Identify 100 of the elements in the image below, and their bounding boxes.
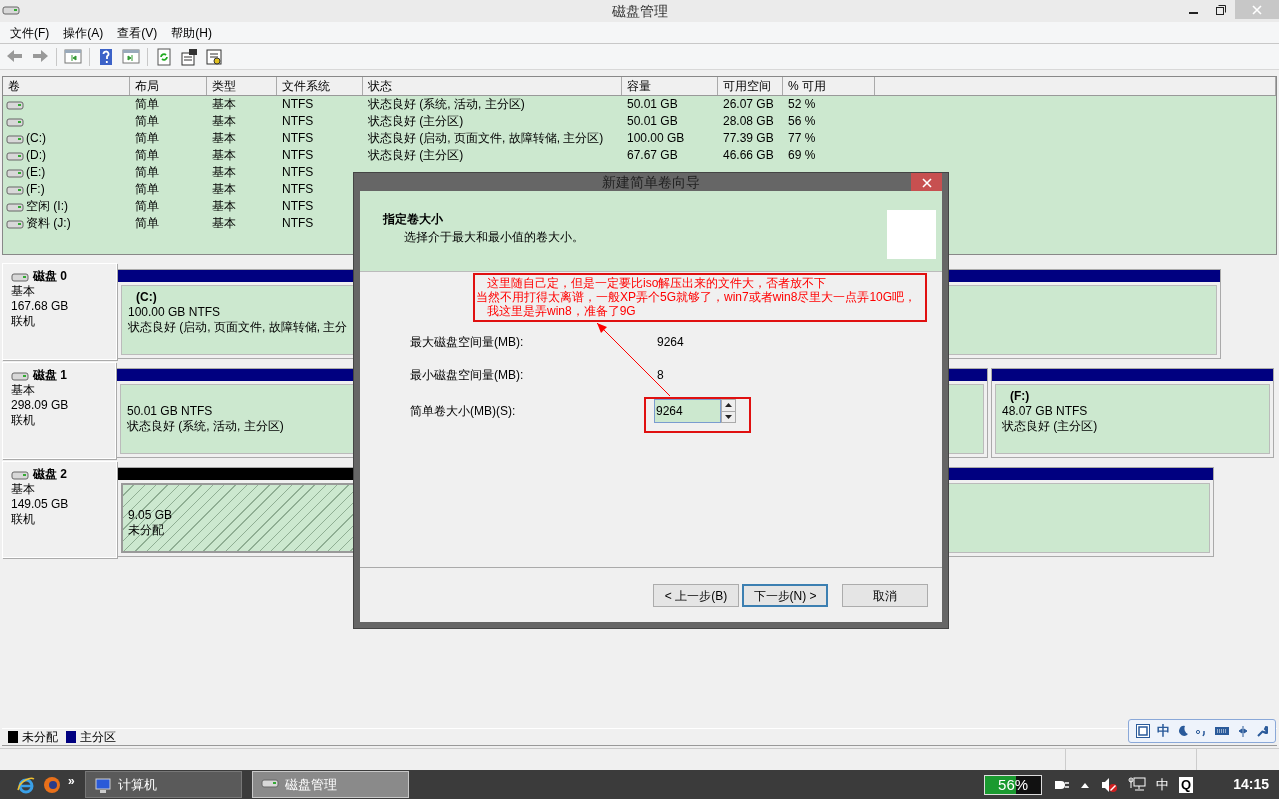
dialog-heading: 指定卷大小 [383,211,444,228]
globe-icon [43,775,61,794]
legend-label: 未分配 [22,729,58,746]
header-image [887,210,936,259]
column-header[interactable]: 文件系统 [277,77,363,95]
table-cell-text: 简单 [134,198,160,215]
column-header[interactable]: % 可用 [783,77,875,95]
disk-size: 167.68 GB [11,299,70,314]
dialog-button[interactable]: < 上一步(B) [653,584,739,607]
drive-icon [6,98,24,111]
table-cell-text: NTFS [281,113,315,130]
table-cell-text: 状态良好 (主分区) [367,113,465,130]
refresh-icon [155,47,173,66]
table-cell: 资料 (J:) [26,215,71,232]
partition-size: 100.00 GB NTFS [128,305,221,320]
column-header[interactable]: 卷 [3,77,130,95]
table-cell: (C:) [26,130,46,147]
field-label: 最小磁盘空间量(MB): [410,367,525,384]
menu-item[interactable]: 帮助(H) [165,23,218,42]
close-icon [921,177,932,188]
ime-logo-icon[interactable] [1136,724,1151,738]
minimize-icon [1188,12,1198,14]
table-cell-text: 简单 [134,164,160,181]
table-cell-text: 简单 [134,147,160,164]
partition-size: 50.01 GB NTFS [127,404,213,419]
tray-app-icon[interactable]: Q [1179,776,1194,793]
table-cell-text: 基本 [211,181,237,198]
table-cell: 空闲 (I:) [26,198,68,215]
field-value: 9264 [657,334,684,351]
table-cell-text: NTFS [281,130,315,147]
dialog-subheading: 选择介于最大和最小值的卷大小。 [403,229,584,246]
table-cell-text: 简单 [134,181,160,198]
column-header[interactable]: 状态 [363,77,622,95]
taskbar-button[interactable]: 计算机 [84,771,242,798]
table-cell-text: 简单 [134,96,160,113]
up-arrow-icon [725,403,732,408]
dialog-button[interactable]: 取消 [842,584,928,607]
table-cell-text: NTFS [281,215,315,232]
table-cell: (E:) [26,164,46,181]
keyboard-icon[interactable] [1214,725,1231,737]
legend-label: 主分区 [80,729,116,746]
clock[interactable]: 14:15 [1233,774,1269,795]
partition-block[interactable]: (F:) 48.07 GB NTFS 状态良好 (主分区) [991,368,1274,458]
table-cell-text: 69 % [787,147,817,164]
table-cell-text: 状态良好 (主分区) [367,147,465,164]
table-cell-text: NTFS [281,181,315,198]
field-label: 最大磁盘空间量(MB): [410,334,525,351]
panel-icon [64,47,82,66]
partition-label: (F:) [1010,389,1030,404]
table-cell-text: 28.08 GB [722,113,775,130]
spin-up-button[interactable] [722,400,735,412]
dialog-title: 新建简单卷向导 [602,173,700,191]
wrench-icon[interactable] [1255,725,1268,737]
properties-icon [180,47,198,66]
annotation-text: 这里随自己定，但是一定要比iso解压出来的文件大，否者放不下 [486,276,828,290]
table-cell-text: 52 % [787,96,817,113]
table-cell-text: 基本 [211,147,237,164]
table-cell-text: NTFS [281,96,315,113]
table-cell-text: 基本 [211,113,237,130]
partition-status: 未分配 [128,523,164,538]
table-cell-text: 简单 [134,130,160,147]
table-cell-text: 77.39 GB [722,130,775,147]
table-cell-text: 26.07 GB [722,96,775,113]
ime-mode[interactable]: 中 [1157,721,1171,741]
size-input-field[interactable]: 9264 [654,399,721,423]
more-button[interactable]: » [68,772,75,790]
partition-status: 状态良好 (启动, 页面文件, 故障转储, 主分 [128,320,348,335]
network-icon[interactable] [1128,776,1147,793]
drive-icon [6,132,24,145]
column-header[interactable]: 容量 [622,77,718,95]
table-cell-text: NTFS [281,147,315,164]
partition-status: 状态良好 (主分区) [1002,419,1098,434]
dialog-button[interactable]: 下一步(N) > [742,584,828,607]
table-cell-text: 简单 [134,215,160,232]
drive-icon [6,183,24,196]
menu-item[interactable]: 文件(F) [4,23,56,42]
disk-type: 基本 [11,383,36,398]
moon-icon[interactable] [1176,725,1189,737]
menu-item[interactable]: 查看(V) [111,23,164,42]
table-cell-text: 状态良好 (启动, 页面文件, 故障转储, 主分区) [367,130,605,147]
disk-state: 联机 [11,314,36,329]
table-cell-text: 基本 [211,164,237,181]
disk-size: 149.05 GB [11,497,70,512]
disk-name: 磁盘 1 [33,368,67,383]
column-header[interactable]: 可用空间 [718,77,783,95]
disk-type: 基本 [11,284,36,299]
disk-state: 联机 [11,512,36,527]
computer-icon [93,776,112,793]
partition-status: 状态良好 (系统, 活动, 主分区) [127,419,284,434]
split-icon[interactable] [1236,725,1249,737]
ime-indicator[interactable]: 中 [1156,774,1170,795]
column-header[interactable]: 布局 [130,77,207,95]
table-cell-text: 基本 [211,96,237,113]
table-cell-text: 77 % [787,130,817,147]
table-cell: (F:) [26,181,45,198]
column-header[interactable]: 类型 [207,77,277,95]
table-cell-text: 100.00 GB [626,130,686,147]
speaker-muted-icon[interactable] [1100,776,1119,793]
menu-item[interactable]: 操作(A) [57,23,110,42]
drive-icon [6,217,24,230]
